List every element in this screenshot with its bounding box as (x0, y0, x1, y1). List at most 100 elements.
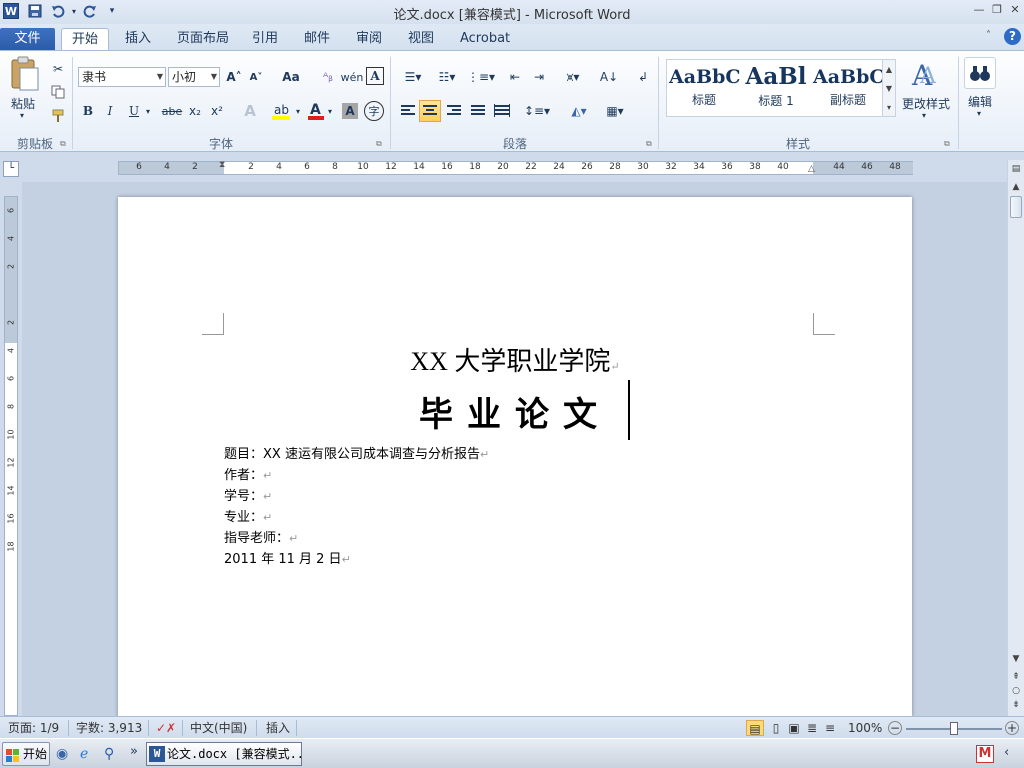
word-count[interactable]: 字数: 3,913 (76, 720, 142, 736)
increase-indent-icon[interactable]: ⇥ (528, 67, 550, 87)
previous-page-icon[interactable]: ⇞ (1009, 670, 1023, 684)
internet-explorer-icon[interactable]: ℯ (80, 746, 96, 762)
italic-icon[interactable]: I (102, 101, 118, 121)
change-case-icon[interactable]: Aa (278, 67, 304, 87)
document-page[interactable]: XX 大学职业学院↵ 毕业论文 题目：XX 速运有限公司成本调查与分析报告↵ 作… (118, 197, 912, 717)
select-browse-object-icon[interactable]: ○ (1009, 684, 1023, 698)
zoom-slider-thumb[interactable] (950, 722, 958, 735)
tab-page-layout[interactable]: 页面布局 (167, 28, 239, 51)
editing-label[interactable]: 编辑 (968, 93, 992, 110)
doc-thesis-title[interactable]: 毕业论文 (118, 387, 912, 436)
print-layout-icon[interactable]: ▤ (746, 720, 764, 736)
scroll-thumb[interactable] (1010, 196, 1022, 218)
change-styles-dropdown-icon[interactable]: ▾ (922, 111, 926, 120)
language-indicator[interactable]: 中文(中国) (190, 720, 247, 736)
scroll-up-icon[interactable]: ▲ (1009, 180, 1023, 194)
editing-dropdown-icon[interactable]: ▾ (977, 109, 981, 118)
full-screen-reading-icon[interactable]: ▯ (768, 720, 784, 736)
vertical-ruler[interactable]: 6 4 2 2 4 6 8 10 12 14 16 18 (4, 196, 18, 716)
doc-institution-title[interactable]: XX 大学职业学院↵ (118, 341, 912, 378)
font-size-combo[interactable]: 小初 ▼ (168, 67, 220, 87)
start-button[interactable]: 开始 (2, 742, 50, 766)
tab-mailings[interactable]: 邮件 (294, 28, 340, 51)
styles-launcher-icon[interactable]: ⧉ (944, 139, 950, 149)
change-styles-label[interactable]: 更改样式 (902, 95, 950, 112)
horizontal-ruler[interactable]: 6 4 2 2 4 6 8 10 12 14 16 18 20 22 24 26 28 30 32 34 36 38 40 4… (118, 160, 913, 175)
decrease-indent-icon[interactable]: ⇤ (504, 67, 526, 87)
align-center-icon[interactable] (419, 100, 441, 122)
clipboard-launcher-icon[interactable]: ⧉ (60, 139, 66, 149)
line-spacing-icon[interactable]: ↕≡▾ (524, 101, 550, 121)
indent-marker-icon[interactable]: ⧗ (219, 160, 225, 170)
scroll-down-icon[interactable]: ▼ (1009, 652, 1023, 666)
quicklaunch-tool-icon[interactable]: ⚲ (104, 746, 120, 762)
font-color-dropdown-icon[interactable]: ▾ (326, 101, 334, 121)
right-indent-marker-icon[interactable]: △ (808, 164, 815, 174)
paste-dropdown-icon[interactable]: ▾ (20, 111, 24, 120)
tab-home[interactable]: 开始 (61, 28, 110, 51)
tab-review[interactable]: 审阅 (346, 28, 392, 51)
grow-font-icon[interactable]: A˄ (224, 67, 244, 87)
format-painter-icon[interactable] (50, 108, 66, 124)
tab-file[interactable]: 文件 (0, 28, 55, 51)
quicklaunch-app-icon[interactable]: ◉ (56, 746, 72, 762)
tab-insert[interactable]: 插入 (115, 28, 161, 51)
font-color-icon[interactable]: A (306, 101, 326, 121)
tab-view[interactable]: 视图 (398, 28, 444, 51)
shrink-font-icon[interactable]: A˅ (246, 67, 266, 87)
zoom-level[interactable]: 100% (848, 720, 882, 736)
clear-formatting-icon[interactable]: ᴬᵦ (318, 67, 338, 87)
doc-field-date[interactable]: 2011 年 11 月 2 日↵ (224, 548, 351, 567)
paste-button-label[interactable]: 粘贴 (11, 95, 35, 112)
zoom-out-icon[interactable]: − (888, 721, 902, 735)
align-left-icon[interactable] (398, 101, 418, 121)
multilevel-list-icon[interactable]: ⋮≡▾ (466, 67, 496, 87)
font-name-combo[interactable]: 隶书 ▼ (78, 67, 166, 87)
tab-acrobat[interactable]: Acrobat (450, 28, 520, 51)
style-title[interactable]: AaBbC 标题 (669, 66, 741, 108)
show-marks-icon[interactable]: ↲ (634, 67, 652, 87)
highlight-icon[interactable]: ab (270, 101, 292, 121)
restore-icon[interactable]: ❐ (988, 2, 1006, 18)
underline-dropdown-icon[interactable]: ▾ (143, 101, 153, 121)
insert-mode[interactable]: 插入 (266, 720, 290, 736)
borders-icon[interactable]: ▦▾ (600, 101, 630, 121)
paragraph-launcher-icon[interactable]: ⧉ (646, 139, 652, 149)
doc-field-student-id[interactable]: 学号：↵ (224, 485, 272, 504)
draft-icon[interactable]: ≡ (822, 720, 838, 736)
next-page-icon[interactable]: ⇟ (1009, 698, 1023, 712)
doc-field-topic[interactable]: 题目：XX 速运有限公司成本调查与分析报告↵ (224, 443, 489, 462)
subscript-icon[interactable]: x₂ (186, 101, 204, 121)
web-layout-icon[interactable]: ▣ (786, 720, 802, 736)
collapse-ribbon-icon[interactable]: ˄ (986, 30, 991, 41)
doc-field-author[interactable]: 作者：↵ (224, 464, 272, 483)
numbering-icon[interactable]: ☷▾ (432, 67, 462, 87)
outline-icon[interactable]: ≣ (804, 720, 820, 736)
highlight-dropdown-icon[interactable]: ▾ (294, 101, 302, 121)
shading-icon[interactable]: ◭▾ (564, 101, 594, 121)
font-launcher-icon[interactable]: ⧉ (376, 139, 382, 149)
underline-icon[interactable]: U (126, 101, 142, 121)
sort-icon[interactable]: A↓ (598, 67, 620, 87)
style-subtitle[interactable]: AaBbC 副标题 (813, 66, 885, 108)
asian-layout-icon[interactable]: ⩙▾ (558, 67, 588, 87)
cut-icon[interactable]: ✂ (50, 61, 66, 77)
tray-app-icon[interactable]: M (976, 745, 994, 763)
minimize-icon[interactable]: — (970, 2, 988, 18)
doc-field-major[interactable]: 专业：↵ (224, 506, 272, 525)
taskbar-word-document[interactable]: W 论文.docx [兼容模式... (146, 742, 302, 766)
vertical-scrollbar[interactable]: ▤ ▲ ▼ ⇞ ○ ⇟ (1007, 160, 1024, 716)
paste-icon[interactable] (8, 56, 40, 94)
more-quicklaunch-icon[interactable]: » (130, 744, 138, 759)
copy-icon[interactable] (50, 84, 66, 100)
superscript-icon[interactable]: x² (208, 101, 226, 121)
character-shading-icon[interactable]: A (342, 103, 358, 119)
phonetic-guide-icon[interactable]: wén (341, 67, 364, 87)
view-ruler-icon[interactable]: ▤ (1009, 162, 1023, 176)
character-border-icon[interactable]: A (366, 67, 384, 85)
tray-expand-icon[interactable]: ‹ (1004, 745, 1009, 760)
bold-icon[interactable]: B (80, 101, 96, 121)
change-styles-icon[interactable]: AA (908, 59, 944, 92)
zoom-in-icon[interactable]: + (1005, 721, 1019, 735)
text-effects-icon[interactable]: A (240, 101, 260, 121)
